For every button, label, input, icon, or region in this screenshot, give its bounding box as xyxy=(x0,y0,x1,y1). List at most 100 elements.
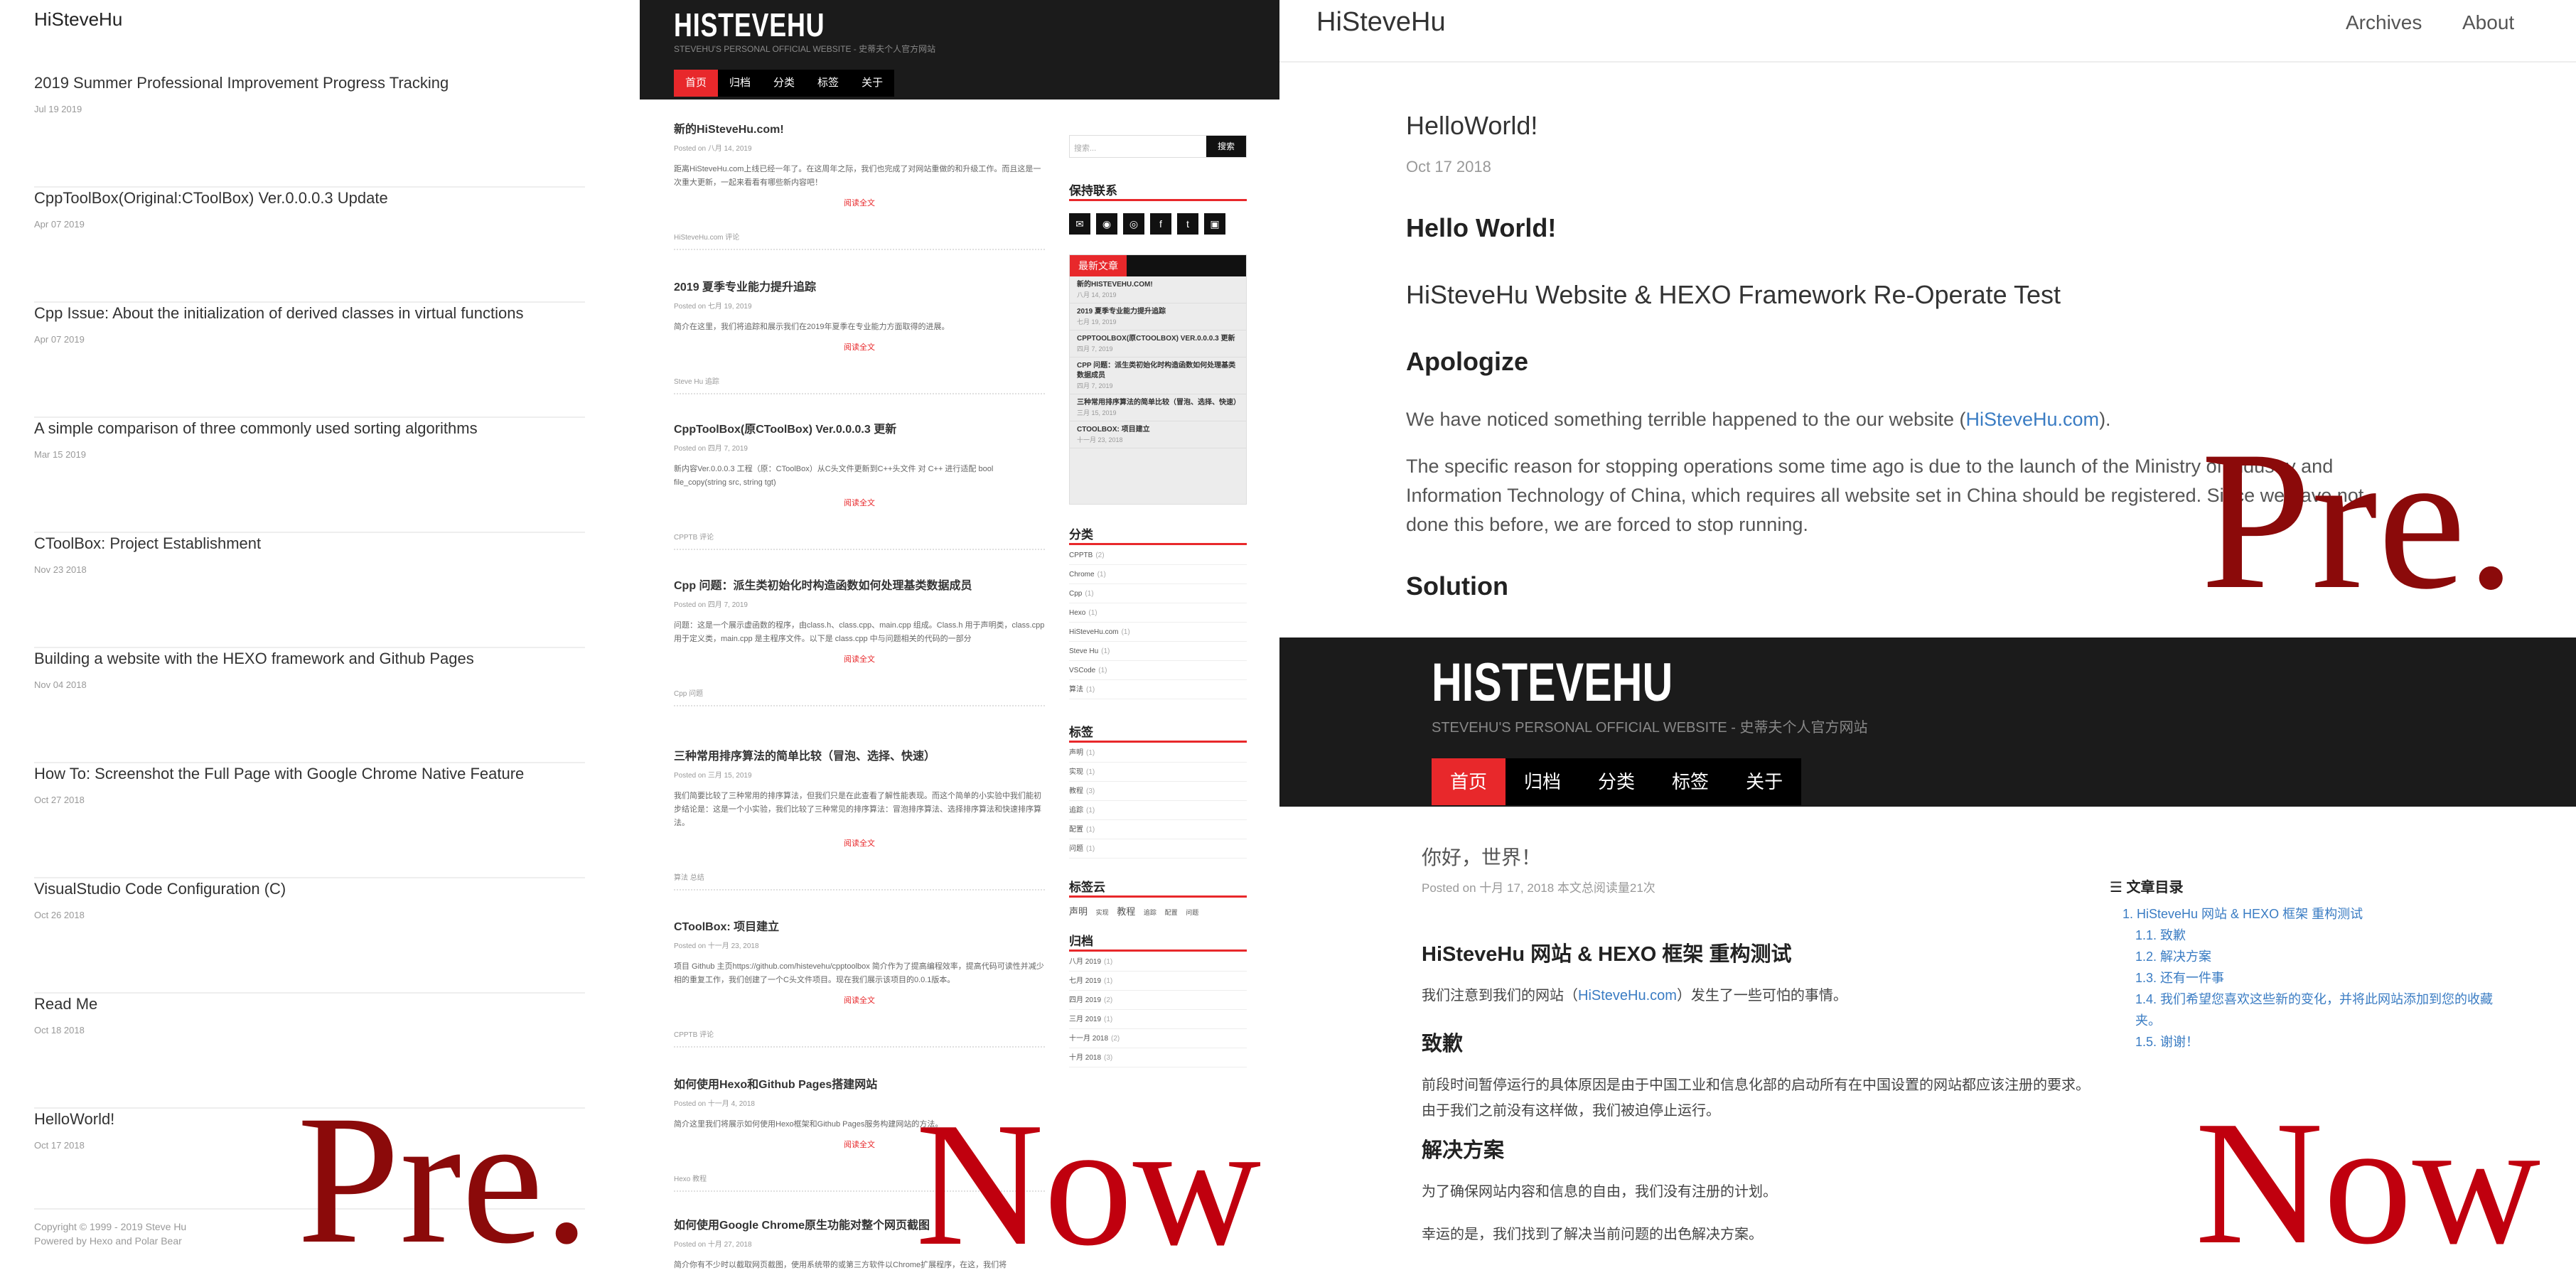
post-title[interactable]: How To: Screenshot the Full Page with Go… xyxy=(34,765,524,783)
nav-home[interactable]: 首页 xyxy=(674,70,719,97)
tag-item[interactable]: 配置 (1) xyxy=(1069,820,1247,839)
category-item[interactable]: Steve Hu (1) xyxy=(1069,642,1247,661)
post-title[interactable]: 2019 Summer Professional Improvement Pro… xyxy=(34,74,449,92)
post-item[interactable]: 2019 Summer Professional Improvement Pro… xyxy=(34,74,585,188)
toc-item[interactable]: 1.3. 还有一件事 xyxy=(2122,967,2508,989)
archive-item[interactable]: 七月 2019 (1) xyxy=(1069,972,1247,991)
archive-name[interactable]: 十一月 2018 xyxy=(1069,1035,1108,1043)
category-name[interactable]: CPPTB xyxy=(1069,552,1093,559)
tag-name[interactable]: 问题 xyxy=(1069,845,1083,853)
post-title[interactable]: HelloWorld! xyxy=(34,1110,114,1129)
nav-about[interactable]: 关于 xyxy=(1727,758,1801,805)
archive-name[interactable]: 三月 2019 xyxy=(1069,1016,1101,1023)
tag-item[interactable]: 实现 (1) xyxy=(1069,763,1247,782)
article-title[interactable]: 新的HiSteveHu.com! xyxy=(674,119,1045,136)
tag-item[interactable]: 教程 (3) xyxy=(1069,782,1247,801)
post-item[interactable]: CppToolBox(Original:CToolBox) Ver.0.0.0.… xyxy=(34,189,585,303)
site-title[interactable]: HiSteveHu xyxy=(34,9,122,31)
tag-item[interactable]: 声明 (1) xyxy=(1069,743,1247,763)
search-button[interactable]: 搜索 xyxy=(1206,136,1246,157)
cloud-tag[interactable]: 问题 xyxy=(1186,909,1198,916)
category-item[interactable]: VSCode (1) xyxy=(1069,661,1247,680)
toc-item[interactable]: 1.2. 解决方案 xyxy=(2122,946,2508,967)
nav-categories[interactable]: 分类 xyxy=(762,70,806,97)
latest-item[interactable]: CPP 问题：派生类初始化时构造函数如何处理基类数据成员 四月 7, 2019 xyxy=(1070,357,1246,394)
nav-about[interactable]: About xyxy=(2462,11,2514,34)
archive-name[interactable]: 八月 2019 xyxy=(1069,958,1101,966)
nav-about[interactable]: 关于 xyxy=(850,70,894,97)
category-name[interactable]: Cpp xyxy=(1069,590,1082,598)
facebook-icon[interactable]: f xyxy=(1150,213,1171,235)
article-tags[interactable]: CPPTB 评论 xyxy=(674,1028,1045,1048)
nav-tags[interactable]: 标签 xyxy=(806,70,850,97)
read-more-link[interactable]: 阅读全文 xyxy=(674,653,1045,665)
post-title[interactable]: A simple comparison of three commonly us… xyxy=(34,419,478,438)
article-title[interactable]: 2019 夏季专业能力提升追踪 xyxy=(674,277,1045,294)
read-more-link[interactable]: 阅读全文 xyxy=(674,341,1045,353)
cloud-tag[interactable]: 配置 xyxy=(1165,909,1178,916)
toc-item-continued[interactable]: 夹。 xyxy=(2122,1010,2508,1031)
article-title[interactable]: CppToolBox(原CToolBox) Ver.0.0.0.3 更新 xyxy=(674,419,1045,436)
latest-item[interactable]: 2019 夏季专业能力提升追踪 七月 19, 2019 xyxy=(1070,303,1246,330)
article-tags[interactable]: CPPTB 评论 xyxy=(674,531,1045,550)
toc-item[interactable]: 1.5. 谢谢！ xyxy=(2122,1031,2508,1053)
latest-item[interactable]: CPPTOOLBOX(原CTOOLBOX) VER.0.0.0.3 更新 四月 7… xyxy=(1070,330,1246,357)
cloud-tag[interactable]: 追踪 xyxy=(1144,909,1156,916)
category-item[interactable]: Cpp (1) xyxy=(1069,584,1247,603)
article-title[interactable]: Cpp 问题：派生类初始化时构造函数如何处理基类数据成员 xyxy=(674,576,1045,593)
archive-name[interactable]: 四月 2019 xyxy=(1069,996,1101,1004)
post-item[interactable]: Cpp Issue: About the initialization of d… xyxy=(34,304,585,418)
tag-name[interactable]: 声明 xyxy=(1069,749,1083,757)
site-title[interactable]: HiSteveHu xyxy=(1316,7,1446,38)
toc-item[interactable]: 1.4. 我们希望您喜欢这些新的变化，并将此网站添加到您的收藏 xyxy=(2122,989,2508,1010)
mail-icon[interactable]: ✉ xyxy=(1069,213,1090,235)
weibo-icon[interactable]: ◎ xyxy=(1123,213,1144,235)
category-name[interactable]: Hexo xyxy=(1069,609,1085,617)
cloud-tag[interactable]: 声明 xyxy=(1069,906,1088,917)
latest-item[interactable]: 三种常用排序算法的简单比较（冒泡、选择、快速） 三月 15, 2019 xyxy=(1070,394,1246,421)
archive-name[interactable]: 十月 2018 xyxy=(1069,1054,1101,1062)
post-title[interactable]: Building a website with the HEXO framewo… xyxy=(34,650,474,668)
github-icon[interactable]: ◉ xyxy=(1096,213,1117,235)
latest-item-title[interactable]: 三种常用排序算法的简单比较（冒泡、选择、快速） xyxy=(1077,398,1240,408)
site-logo[interactable]: HISTEVEHU xyxy=(674,6,825,44)
search-input[interactable]: 搜索... xyxy=(1074,142,1096,154)
article-tags[interactable]: Cpp 问题 xyxy=(674,687,1045,706)
nav-tags[interactable]: 标签 xyxy=(1653,758,1727,805)
archive-item[interactable]: 十一月 2018 (2) xyxy=(1069,1029,1247,1048)
post-item[interactable]: A simple comparison of three commonly us… xyxy=(34,419,585,533)
category-name[interactable]: VSCode xyxy=(1069,667,1095,674)
read-more-link[interactable]: 阅读全文 xyxy=(674,837,1045,849)
post-item[interactable]: VisualStudio Code Configuration (C) Oct 2… xyxy=(34,880,585,994)
tag-item[interactable]: 追踪 (1) xyxy=(1069,801,1247,820)
nav-archives[interactable]: Archives xyxy=(2346,11,2422,34)
archive-item[interactable]: 八月 2019 (1) xyxy=(1069,952,1247,972)
latest-item-title[interactable]: CTOOLBOX: 项目建立 xyxy=(1077,425,1239,435)
nav-home[interactable]: 首页 xyxy=(1432,758,1506,805)
latest-item-title[interactable]: CPPTOOLBOX(原CTOOLBOX) VER.0.0.0.3 更新 xyxy=(1077,334,1239,344)
category-name[interactable]: Chrome xyxy=(1069,571,1095,579)
cloud-tag[interactable]: 实现 xyxy=(1096,909,1109,916)
read-more-link[interactable]: 阅读全文 xyxy=(674,197,1045,208)
archive-item[interactable]: 十月 2018 (3) xyxy=(1069,1048,1247,1067)
tag-item[interactable]: 问题 (1) xyxy=(1069,839,1247,859)
tag-name[interactable]: 配置 xyxy=(1069,826,1083,834)
nav-categories[interactable]: 分类 xyxy=(1579,758,1653,805)
read-more-link[interactable]: 阅读全文 xyxy=(674,994,1045,1006)
nav-archives[interactable]: 归档 xyxy=(718,70,762,97)
post-title[interactable]: CppToolBox(Original:CToolBox) Ver.0.0.0.… xyxy=(34,189,388,208)
article-tags[interactable]: 算法 总结 xyxy=(674,871,1045,891)
toc-item[interactable]: 1.1. 致歉 xyxy=(2122,925,2508,946)
tag-name[interactable]: 教程 xyxy=(1069,787,1083,795)
tag-name[interactable]: 实现 xyxy=(1069,768,1083,776)
latest-item-title[interactable]: 2019 夏季专业能力提升追踪 xyxy=(1077,307,1239,317)
site-logo[interactable]: HISTEVEHU xyxy=(1432,652,1673,714)
article-title[interactable]: CToolBox: 项目建立 xyxy=(674,917,1045,934)
category-name[interactable]: HiSteveHu.com xyxy=(1069,628,1118,636)
post-title[interactable]: Read Me xyxy=(34,995,97,1013)
article-title[interactable]: 三种常用排序算法的简单比较（冒泡、选择、快速） xyxy=(674,746,1045,763)
twitter-icon[interactable]: t xyxy=(1177,213,1198,235)
site-link[interactable]: HiSteveHu.com xyxy=(1965,409,2099,430)
category-item[interactable]: Chrome (1) xyxy=(1069,565,1247,584)
latest-item-title[interactable]: CPP 问题：派生类初始化时构造函数如何处理基类数据成员 xyxy=(1077,361,1239,381)
